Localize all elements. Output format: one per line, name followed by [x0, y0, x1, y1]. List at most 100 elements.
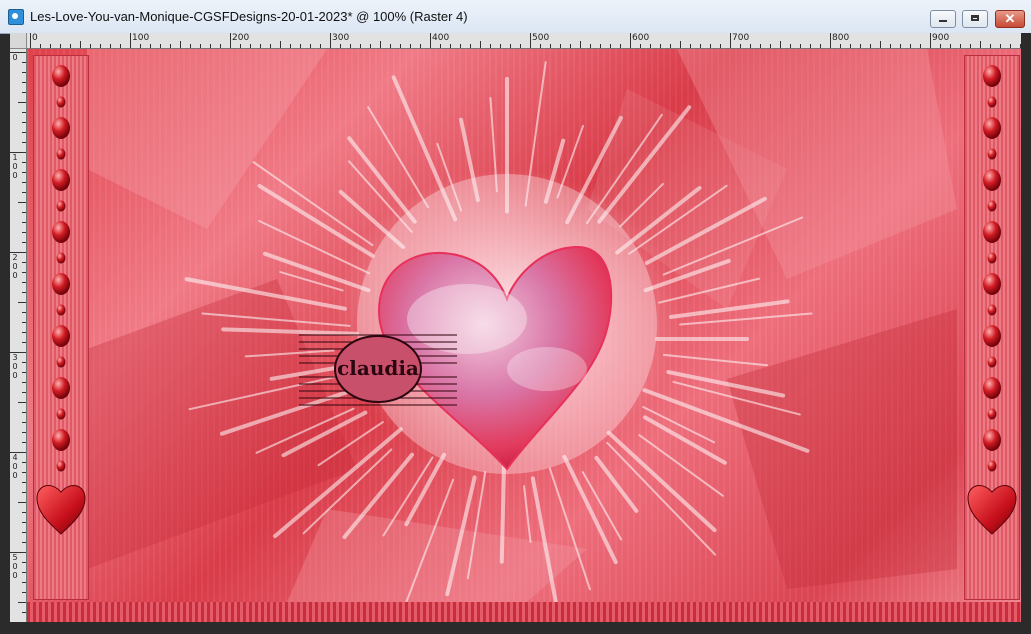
ruler-tick	[910, 44, 911, 48]
ruler-tick	[300, 44, 301, 48]
ruler-label: 500	[532, 33, 550, 43]
ruler-tick	[22, 472, 26, 473]
right-border-panel	[964, 55, 1020, 600]
bead	[983, 169, 1001, 191]
ruler-tick	[22, 612, 26, 613]
small-bead	[987, 148, 997, 160]
ruler-tick	[560, 44, 561, 48]
ruler-tick	[22, 222, 26, 223]
ruler-tick	[22, 162, 26, 163]
maximize-button[interactable]	[962, 10, 988, 28]
ruler-tick	[220, 44, 221, 48]
ruler-tick	[730, 33, 731, 48]
vertical-scrollbar[interactable]	[1021, 33, 1031, 634]
ruler-tick	[22, 322, 26, 323]
small-bead	[56, 408, 66, 420]
window-title: Les-Love-You-van-Monique-CGSFDesigns-20-…	[30, 9, 468, 24]
light-ray	[668, 299, 790, 320]
close-button[interactable]: ✕	[995, 10, 1025, 28]
small-bead	[56, 460, 66, 472]
ruler-label: 400	[432, 33, 450, 43]
bead	[52, 169, 70, 191]
ruler-label: 0	[12, 53, 18, 62]
ruler-tick	[22, 92, 26, 93]
ruler-tick	[920, 44, 921, 48]
ruler-tick	[50, 44, 51, 48]
ruler-tick	[990, 44, 991, 48]
ruler-label: 600	[632, 33, 650, 43]
ruler-tick	[640, 44, 641, 48]
ruler-label: 0	[32, 33, 38, 43]
ruler-tick	[790, 44, 791, 48]
title-bar[interactable]: Les-Love-You-van-Monique-CGSFDesigns-20-…	[0, 0, 1031, 34]
ruler-tick	[200, 44, 201, 48]
ruler-tick	[450, 44, 451, 48]
ruler-tick	[22, 432, 26, 433]
ruler-tick	[22, 132, 26, 133]
ruler-tick	[850, 44, 851, 48]
small-bead	[56, 96, 66, 108]
ruler-tick	[22, 272, 26, 273]
ruler-tick	[22, 172, 26, 173]
ruler-tick	[18, 102, 26, 103]
bead	[52, 377, 70, 399]
ruler-tick	[18, 302, 26, 303]
ruler-tick	[22, 562, 26, 563]
bead	[52, 273, 70, 295]
bead	[52, 65, 70, 87]
ruler-tick	[160, 44, 161, 48]
small-bead	[987, 96, 997, 108]
ruler-tick	[820, 44, 821, 48]
ruler-tick	[860, 44, 861, 48]
bead	[52, 325, 70, 347]
image-canvas[interactable]: claudia	[27, 49, 1021, 622]
bead	[983, 65, 1001, 87]
ruler-tick	[580, 41, 581, 48]
bead	[52, 429, 70, 451]
ruler-tick	[22, 242, 26, 243]
ruler-tick	[22, 212, 26, 213]
small-bead	[56, 304, 66, 316]
ruler-tick	[310, 44, 311, 48]
ruler-tick	[22, 512, 26, 513]
ruler-tick	[930, 33, 931, 48]
ruler-tick	[720, 44, 721, 48]
ruler-tick	[22, 332, 26, 333]
ruler-label: 3 0 0	[12, 353, 18, 380]
ruler-tick	[230, 33, 231, 48]
minimize-button[interactable]	[930, 10, 956, 28]
vertical-ruler[interactable]: 0 1 0 0 2 0 0 3 0 0 4 0 0 5 0 0	[10, 49, 27, 622]
ruler-tick	[610, 44, 611, 48]
ruler-tick	[18, 202, 26, 203]
ruler-tick	[330, 33, 331, 48]
ruler-label: 1 0 0	[12, 153, 18, 180]
ruler-tick	[510, 44, 511, 48]
horizontal-scrollbar[interactable]	[10, 622, 1021, 634]
ruler-tick	[22, 122, 26, 123]
ruler-tick	[750, 44, 751, 48]
light-ray	[279, 271, 344, 292]
light-ray	[643, 415, 727, 465]
light-ray	[523, 485, 532, 544]
ruler-label: 4 0 0	[12, 453, 18, 480]
small-bead	[987, 200, 997, 212]
ruler-tick	[670, 44, 671, 48]
ruler-label: 800	[832, 33, 850, 43]
bead	[52, 221, 70, 243]
ruler-tick	[370, 44, 371, 48]
ruler-tick	[700, 44, 701, 48]
ruler-label: 5 0 0	[12, 553, 18, 580]
ruler-tick	[170, 44, 171, 48]
minimize-icon	[939, 20, 947, 22]
bead	[52, 117, 70, 139]
ruler-tick	[500, 44, 501, 48]
ruler-tick	[960, 44, 961, 48]
ruler-tick	[190, 44, 191, 48]
ruler-tick	[760, 44, 761, 48]
horizontal-ruler[interactable]: 0 100 200 300 400 500 600 700 800 900	[27, 33, 1021, 49]
app-icon	[8, 9, 24, 25]
ruler-tick	[630, 33, 631, 48]
light-ray	[499, 464, 507, 564]
ruler-tick	[22, 382, 26, 383]
ruler-tick	[120, 44, 121, 48]
